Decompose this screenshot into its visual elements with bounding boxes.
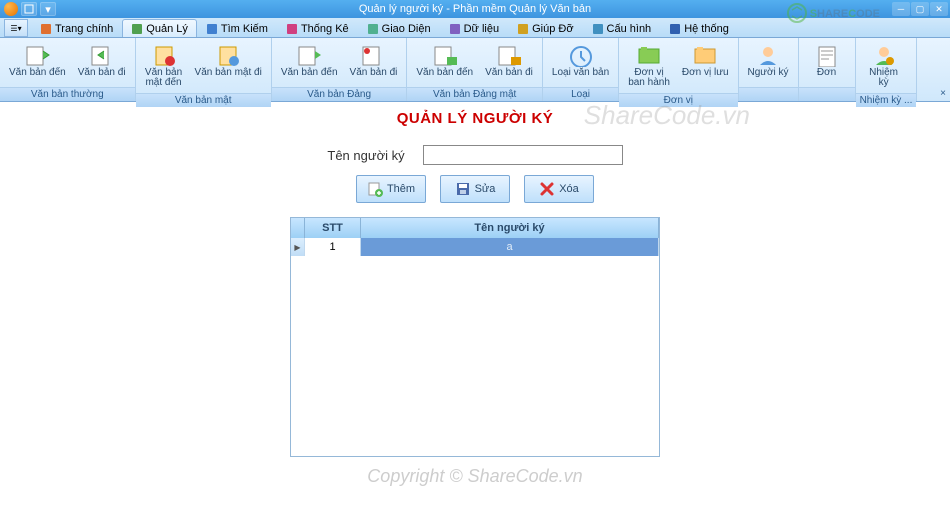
group-label: Văn bản Đảng mật (407, 87, 542, 101)
tab-giao-diện[interactable]: Giao Diện (358, 19, 440, 37)
ribbon-group: Văn bản đếnVăn bản đi Văn bản Đảng mật (407, 38, 543, 101)
add-icon (367, 181, 383, 197)
ribbon-button[interactable]: Văn bản đi (345, 40, 403, 81)
grid-row[interactable]: ▶ 1 a (291, 238, 659, 256)
form-row: Tên người ký (0, 145, 950, 165)
ribbon-button[interactable]: Loại văn bản (547, 40, 614, 81)
doc-icon (567, 43, 595, 67)
ribbon-button[interactable]: Văn bản đi (73, 40, 131, 81)
tab-icon (517, 23, 529, 35)
group-label: Loại (543, 87, 618, 101)
tab-icon (449, 23, 461, 35)
name-label: Tên người ký (327, 148, 404, 163)
ribbon-button[interactable]: Người ký (743, 40, 794, 81)
doc-icon (88, 43, 116, 67)
cell-name[interactable]: a (361, 238, 659, 256)
ribbon-group: Văn bản đếnVăn bản đi Văn bản thường (0, 38, 136, 101)
ribbon-group: Đơn (799, 38, 856, 101)
col-name[interactable]: Tên người ký (361, 218, 659, 238)
name-input[interactable] (423, 145, 623, 165)
qat-dropdown[interactable]: ▾ (40, 2, 56, 16)
save-icon (455, 181, 471, 197)
grid-body-empty (291, 256, 659, 456)
col-stt[interactable]: STT (305, 218, 361, 238)
tab-icon (206, 23, 218, 35)
tab-icon (669, 23, 681, 35)
doc-icon (754, 43, 782, 67)
doc-icon (295, 43, 323, 67)
doc-icon (214, 43, 242, 67)
ribbon-group: Loại văn bản Loại (543, 38, 619, 101)
app-menu-button[interactable]: ☰▾ (4, 19, 28, 37)
button-row: Thêm Sửa Xóa (0, 175, 950, 203)
ribbon-group: NhiệmkỳNhiệm kỳ ... (856, 38, 918, 101)
ribbon-button[interactable]: Văn bản đến (276, 40, 343, 81)
tab-icon (592, 23, 604, 35)
quick-access-toolbar: ▾ (0, 2, 60, 16)
page-heading: QUẢN LÝ NGƯỜI KÝ (0, 110, 950, 127)
grid-corner (291, 218, 305, 238)
tab-cấu-hình[interactable]: Cấu hình (583, 19, 661, 37)
tab-tìm-kiếm[interactable]: Tìm Kiếm (197, 19, 277, 37)
ribbon-group: Văn bảnmật đếnVăn bản mật điVăn bản mật (136, 38, 272, 101)
close-button[interactable]: ✕ (930, 2, 948, 16)
doc-icon (359, 43, 387, 67)
main-content: QUẢN LÝ NGƯỜI KÝ Tên người ký Thêm Sửa X… (0, 102, 950, 457)
window-title: Quản lý người ký - Phần mềm Quản lý Văn … (359, 3, 591, 15)
ribbon-group: Văn bản đếnVăn bản đi Văn bản Đảng (272, 38, 408, 101)
ribbon-button[interactable]: Văn bản mật đi (190, 40, 267, 81)
ribbon-button[interactable]: Văn bản đến (4, 40, 71, 81)
group-label (739, 87, 798, 101)
tab-dữ-liệu[interactable]: Dữ liệu (440, 19, 509, 37)
tab-trang-chính[interactable]: Trang chính (31, 19, 122, 37)
grid-header: STT Tên người ký (291, 218, 659, 238)
tab-icon (40, 23, 52, 35)
doc-icon (495, 43, 523, 67)
doc-icon (431, 43, 459, 67)
add-button[interactable]: Thêm (356, 175, 426, 203)
tab-icon (367, 23, 379, 35)
doc-icon (150, 43, 178, 67)
ribbon-button[interactable]: Văn bảnmật đến (140, 40, 188, 91)
ribbon-button[interactable]: Văn bản đi (480, 40, 538, 81)
minimize-button[interactable]: ─ (892, 2, 910, 16)
group-label: Văn bản Đảng (272, 87, 407, 101)
center-watermark: ShareCode.vn (584, 100, 750, 131)
delete-icon (539, 181, 555, 197)
doc-icon (813, 43, 841, 67)
delete-button[interactable]: Xóa (524, 175, 594, 203)
tab-quản-lý[interactable]: Quản Lý (122, 19, 197, 37)
tab-icon (286, 23, 298, 35)
ribbon-button[interactable]: Nhiệmkỳ (860, 40, 908, 91)
doc-icon (635, 43, 663, 67)
ribbon-group: Đơn vịban hànhĐơn vị lưuĐơn vị (619, 38, 738, 101)
maximize-button[interactable]: ▢ (911, 2, 929, 16)
qat-button[interactable] (21, 2, 37, 16)
ribbon-button[interactable]: Đơn vịban hành (623, 40, 675, 91)
tab-giúp-đỡ[interactable]: Giúp Đỡ (508, 19, 582, 37)
app-orb-icon[interactable] (4, 2, 18, 16)
tab-hệ-thống[interactable]: Hệ thống (660, 19, 738, 37)
group-label (799, 87, 855, 101)
footer-watermark: Copyright © ShareCode.vn (367, 466, 582, 487)
edit-button[interactable]: Sửa (440, 175, 510, 203)
doc-icon (23, 43, 51, 67)
doc-icon (870, 43, 898, 67)
ribbon-button[interactable]: Văn bản đến (411, 40, 478, 81)
group-label: Văn bản thường (0, 87, 135, 101)
ribbon-group: Người ký (739, 38, 799, 101)
ribbon-collapse-icon[interactable]: × (940, 88, 946, 99)
data-grid: STT Tên người ký ▶ 1 a (290, 217, 660, 457)
brand-watermark: SHARECODE (786, 2, 880, 24)
cell-stt[interactable]: 1 (305, 238, 361, 256)
tab-thống-kê[interactable]: Thống Kê (277, 19, 358, 37)
doc-icon (691, 43, 719, 67)
ribbon: Văn bản đếnVăn bản điVăn bản thườngVăn b… (0, 38, 950, 102)
ribbon-button[interactable]: Đơn (803, 40, 851, 81)
ribbon-button[interactable]: Đơn vị lưu (677, 40, 734, 81)
recycle-icon (786, 2, 808, 24)
row-indicator-icon: ▶ (291, 238, 305, 256)
tab-icon (131, 23, 143, 35)
